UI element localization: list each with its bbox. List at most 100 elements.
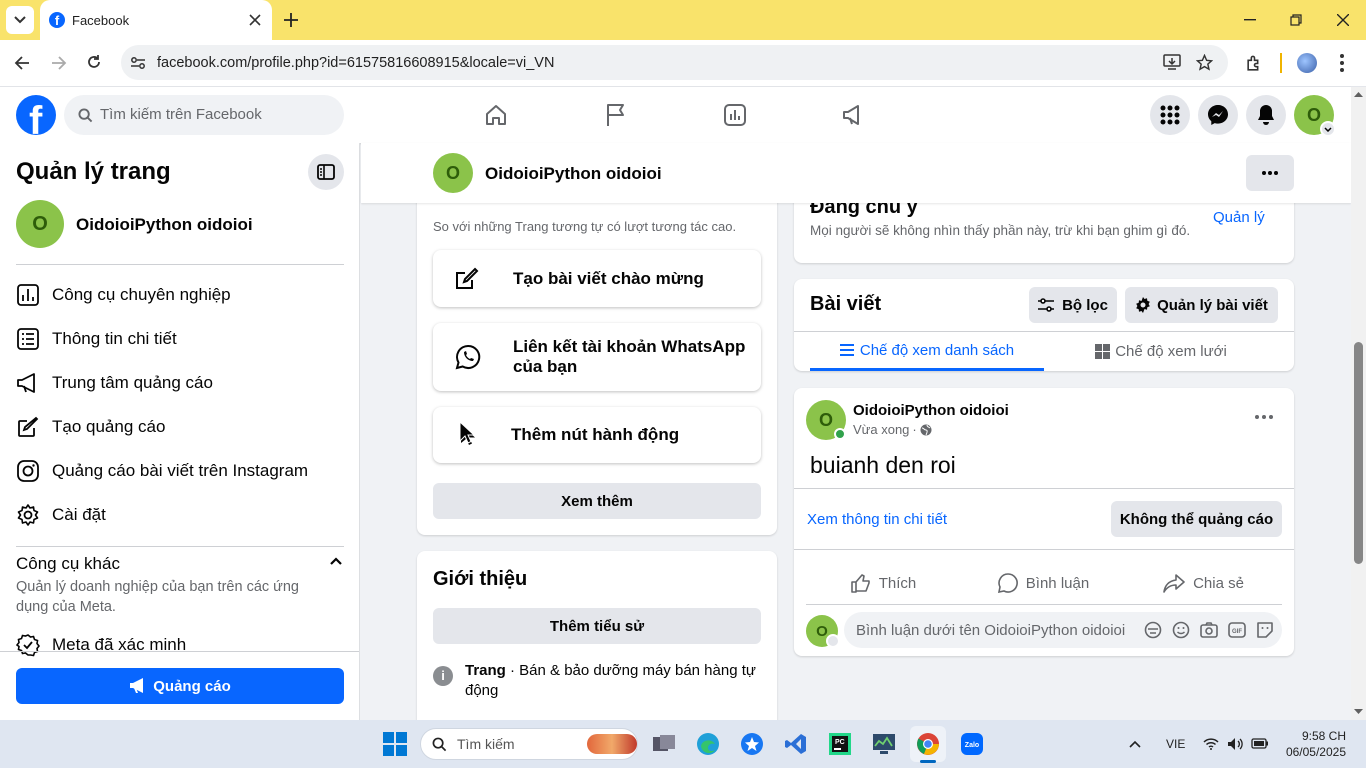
share-button[interactable]: Chia sẻ	[1126, 560, 1281, 606]
sidebar-item-settings[interactable]: Cài đặt	[16, 495, 106, 535]
taskbar-pycharm[interactable]: PC	[822, 726, 858, 762]
minimize-icon[interactable]	[1244, 19, 1256, 21]
svg-text:Zalo: Zalo	[965, 742, 979, 749]
add-action-button[interactable]: Thêm nút hành động	[433, 407, 761, 463]
ads-button[interactable]: Quảng cáo	[16, 668, 344, 704]
avatar-sticker-icon[interactable]	[1144, 621, 1162, 639]
comment-input[interactable]: Bình luận dưới tên OidoioiPython oidoioi…	[844, 612, 1282, 648]
post-author-name[interactable]: OidoioiPython oidoioi	[853, 402, 1009, 419]
notifications-button[interactable]	[1246, 95, 1286, 135]
tab-list-view[interactable]: Chế độ xem danh sách	[810, 332, 1044, 371]
sidebar-item-ad-center[interactable]: Trung tâm quảng cáo	[16, 363, 213, 403]
create-welcome-post-button[interactable]: Tạo bài viết chào mừng	[433, 250, 761, 307]
flag-icon[interactable]	[605, 103, 627, 127]
messenger-button[interactable]	[1198, 95, 1238, 135]
cannot-boost-button[interactable]: Không thể quảng cáo	[1111, 501, 1282, 537]
taskbar-app-store[interactable]	[734, 726, 770, 762]
taskbar-search[interactable]: Tìm kiếm	[420, 728, 638, 760]
install-app-icon[interactable]	[1163, 54, 1181, 71]
clock-date[interactable]: 06/05/2025	[1282, 745, 1346, 759]
taskbar-vscode[interactable]	[778, 726, 814, 762]
manage-posts-button[interactable]: Quản lý bài viết	[1125, 287, 1278, 323]
chevron-up-icon[interactable]	[330, 557, 342, 565]
restore-icon[interactable]	[1290, 14, 1302, 26]
sidebar-item-create-ad[interactable]: Tạo quảng cáo	[16, 407, 165, 447]
new-tab-icon[interactable]	[284, 13, 298, 27]
emoji-icon[interactable]	[1172, 621, 1190, 639]
tab-grid-view[interactable]: Chế độ xem lưới	[1044, 332, 1278, 371]
megaphone-icon[interactable]	[842, 103, 868, 127]
link-whatsapp-button[interactable]: Liên kết tài khoản WhatsApp của bạn	[433, 323, 761, 391]
pencil-icon	[18, 416, 39, 437]
taskbar-chrome[interactable]	[910, 726, 946, 763]
camera-icon[interactable]	[1200, 622, 1218, 638]
profile-avatar[interactable]	[1297, 53, 1317, 73]
menu-grid-button[interactable]	[1150, 95, 1190, 135]
volume-icon[interactable]	[1227, 737, 1243, 751]
start-button[interactable]	[377, 726, 413, 762]
taskbar-task-view[interactable]	[646, 726, 682, 762]
like-button[interactable]: Thích	[806, 560, 961, 606]
taskbar-zalo[interactable]: Zalo	[954, 726, 990, 762]
page-name[interactable]: OidoioiPython oidoioi	[76, 215, 253, 235]
share-icon	[1163, 574, 1185, 593]
page-category: Trang · Bán & bảo dưỡng máy bán hàng tự …	[465, 662, 756, 699]
reload-icon[interactable]	[86, 54, 102, 70]
filter-button[interactable]: Bộ lọc	[1029, 287, 1117, 323]
sticker-icon[interactable]	[1256, 621, 1274, 639]
collapse-sidebar-button[interactable]	[308, 154, 344, 190]
scroll-down-icon[interactable]	[1354, 709, 1363, 715]
back-icon[interactable]	[14, 55, 30, 71]
chevron-up-icon[interactable]	[1129, 740, 1141, 748]
view-details-link[interactable]: Xem thông tin chi tiết	[807, 511, 947, 528]
gif-icon[interactable]: GIF	[1228, 622, 1246, 638]
browser-tab[interactable]: f Facebook	[40, 0, 272, 40]
whatsapp-icon	[455, 344, 481, 370]
facebook-logo-icon[interactable]: f	[16, 95, 56, 135]
page-header-name[interactable]: OidoioiPython oidoioi	[485, 164, 662, 184]
tab-list-button[interactable]	[6, 6, 34, 34]
add-bio-button[interactable]: Thêm tiểu sử	[433, 608, 761, 644]
close-icon[interactable]	[249, 14, 261, 26]
extensions-icon[interactable]	[1245, 54, 1264, 73]
pycharm-icon: PC	[829, 733, 851, 755]
page-header-avatar[interactable]: O	[433, 153, 473, 193]
see-more-button[interactable]: Xem thêm	[433, 483, 761, 519]
insights-icon[interactable]	[723, 103, 747, 127]
commenter-chevron-icon[interactable]	[826, 634, 840, 648]
home-icon[interactable]	[484, 103, 508, 127]
list-details-icon	[17, 328, 39, 350]
sidebar-item-meta-verified[interactable]: Meta đã xác minh	[16, 625, 186, 665]
manage-featured-link[interactable]: Quản lý	[1213, 209, 1265, 226]
more-options-icon[interactable]	[1255, 415, 1273, 419]
address-bar[interactable]: facebook.com/profile.php?id=615758166089…	[121, 45, 1228, 80]
close-window-icon[interactable]	[1337, 14, 1349, 26]
scrollbar-thumb[interactable]	[1354, 342, 1363, 564]
post-card: O OidoioiPython oidoioi Vừa xong · buian…	[794, 388, 1294, 656]
taskbar-monitor[interactable]	[866, 726, 902, 762]
page-scrollbar[interactable]	[1351, 87, 1366, 720]
page-avatar[interactable]: O	[16, 200, 64, 248]
taskbar-edge[interactable]	[690, 726, 726, 762]
sidebar-item-insights[interactable]: Thông tin chi tiết	[16, 319, 177, 359]
task-manager-icon	[873, 734, 895, 754]
browser-menu-icon[interactable]	[1340, 54, 1344, 72]
wifi-icon[interactable]	[1203, 737, 1219, 750]
sidebar-item-label: Công cụ chuyên nghiệp	[52, 285, 231, 304]
battery-icon[interactable]	[1251, 738, 1269, 749]
facebook-search[interactable]: Tìm kiếm trên Facebook	[64, 95, 344, 135]
account-chevron-icon[interactable]	[1320, 121, 1336, 137]
verified-badge-icon	[16, 634, 40, 657]
comment-button[interactable]: Bình luận	[966, 560, 1121, 606]
clock-time[interactable]: 9:58 CH	[1294, 729, 1346, 743]
language-indicator[interactable]: VIE	[1166, 737, 1185, 751]
post-timestamp[interactable]: Vừa xong ·	[853, 422, 932, 437]
forward-icon[interactable]	[51, 55, 67, 71]
page-more-button[interactable]	[1246, 155, 1294, 191]
scroll-up-icon[interactable]	[1354, 91, 1363, 97]
sidebar-item-instagram-ads[interactable]: Quảng cáo bài viết trên Instagram	[16, 451, 308, 491]
bookmark-star-icon[interactable]	[1196, 54, 1213, 71]
sidebar-item-professional-tools[interactable]: Công cụ chuyên nghiệp	[16, 275, 231, 315]
site-settings-icon[interactable]	[130, 55, 146, 71]
task-view-icon	[653, 735, 675, 751]
